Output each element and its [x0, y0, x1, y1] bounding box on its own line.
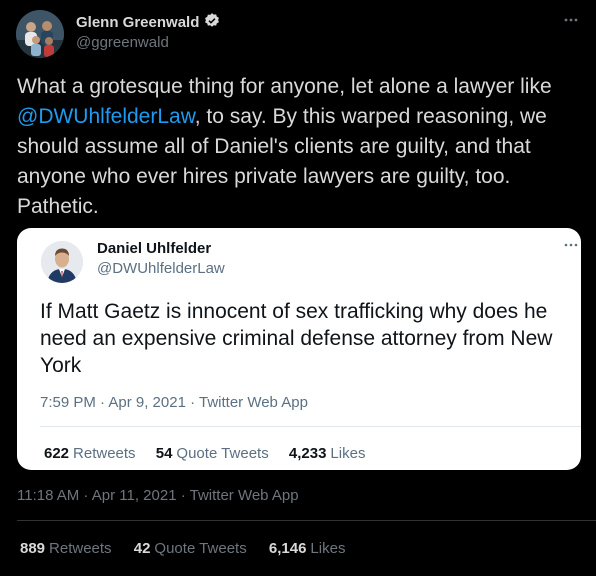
- quoted-quotes-label: Quote Tweets: [176, 445, 269, 462]
- tweet-timestamp[interactable]: 11:18 AM · Apr 11, 2021 · Twitter Web Ap…: [17, 487, 299, 504]
- quoted-quotes-count: 54: [155, 445, 173, 462]
- likes-stat[interactable]: 6,146 Likes: [269, 540, 346, 557]
- quoted-more-icon[interactable]: [563, 240, 579, 250]
- quoted-quotes-stat[interactable]: 54 Quote Tweets: [156, 445, 269, 462]
- quoted-likes-count: 4,233: [288, 445, 327, 462]
- tweet: Glenn Greenwald @ggreenwald What a grote…: [0, 0, 596, 576]
- quoted-stats: 622 Retweets 54 Quote Tweets 4,233 Likes: [44, 445, 381, 462]
- tweet-text: What a grotesque thing for anyone, let a…: [17, 72, 577, 222]
- verified-badge-icon: [203, 12, 221, 34]
- quoted-author-handle[interactable]: @DWUhlfelderLaw: [97, 260, 225, 277]
- more-icon[interactable]: [563, 13, 579, 27]
- likes-count: 6,146: [268, 540, 307, 557]
- author-name[interactable]: Glenn Greenwald: [76, 12, 221, 34]
- quoted-tweet-card[interactable]: Daniel Uhlfelder @DWUhlfelderLaw If Matt…: [17, 228, 581, 470]
- tweet-stats: 889 Retweets 42 Quote Tweets 6,146 Likes: [20, 540, 363, 557]
- quoted-divider: [40, 426, 581, 427]
- quoted-likes-stat[interactable]: 4,233 Likes: [289, 445, 366, 462]
- author-avatar[interactable]: [16, 10, 64, 58]
- quoted-retweets-label: Retweets: [73, 445, 136, 462]
- quotes-stat[interactable]: 42 Quote Tweets: [134, 540, 247, 557]
- avatar-image: [16, 10, 64, 58]
- quoted-retweets-stat[interactable]: 622 Retweets: [44, 445, 136, 462]
- quoted-author-avatar[interactable]: [41, 241, 83, 283]
- tweet-text-start: What a grotesque thing for anyone, let a…: [17, 75, 552, 98]
- quoted-tweet-timestamp[interactable]: 7:59 PM · Apr 9, 2021 · Twitter Web App: [40, 394, 308, 411]
- retweets-count: 889: [20, 540, 46, 557]
- quoted-retweets-count: 622: [44, 445, 70, 462]
- quoted-author-name[interactable]: Daniel Uhlfelder: [97, 240, 211, 257]
- quoted-likes-label: Likes: [330, 445, 366, 462]
- retweets-label: Retweets: [49, 540, 112, 557]
- tweet-divider: [17, 520, 596, 521]
- quotes-label: Quote Tweets: [154, 540, 247, 557]
- author-handle[interactable]: @ggreenwald: [76, 34, 169, 51]
- quotes-count: 42: [133, 540, 151, 557]
- retweets-stat[interactable]: 889 Retweets: [20, 540, 112, 557]
- quoted-tweet-text: If Matt Gaetz is innocent of sex traffic…: [40, 300, 553, 377]
- author-name-text: Glenn Greenwald: [76, 14, 200, 31]
- likes-label: Likes: [310, 540, 346, 557]
- quoted-avatar-image: [41, 241, 83, 283]
- mention-link[interactable]: @DWUhlfelderLaw: [17, 105, 195, 128]
